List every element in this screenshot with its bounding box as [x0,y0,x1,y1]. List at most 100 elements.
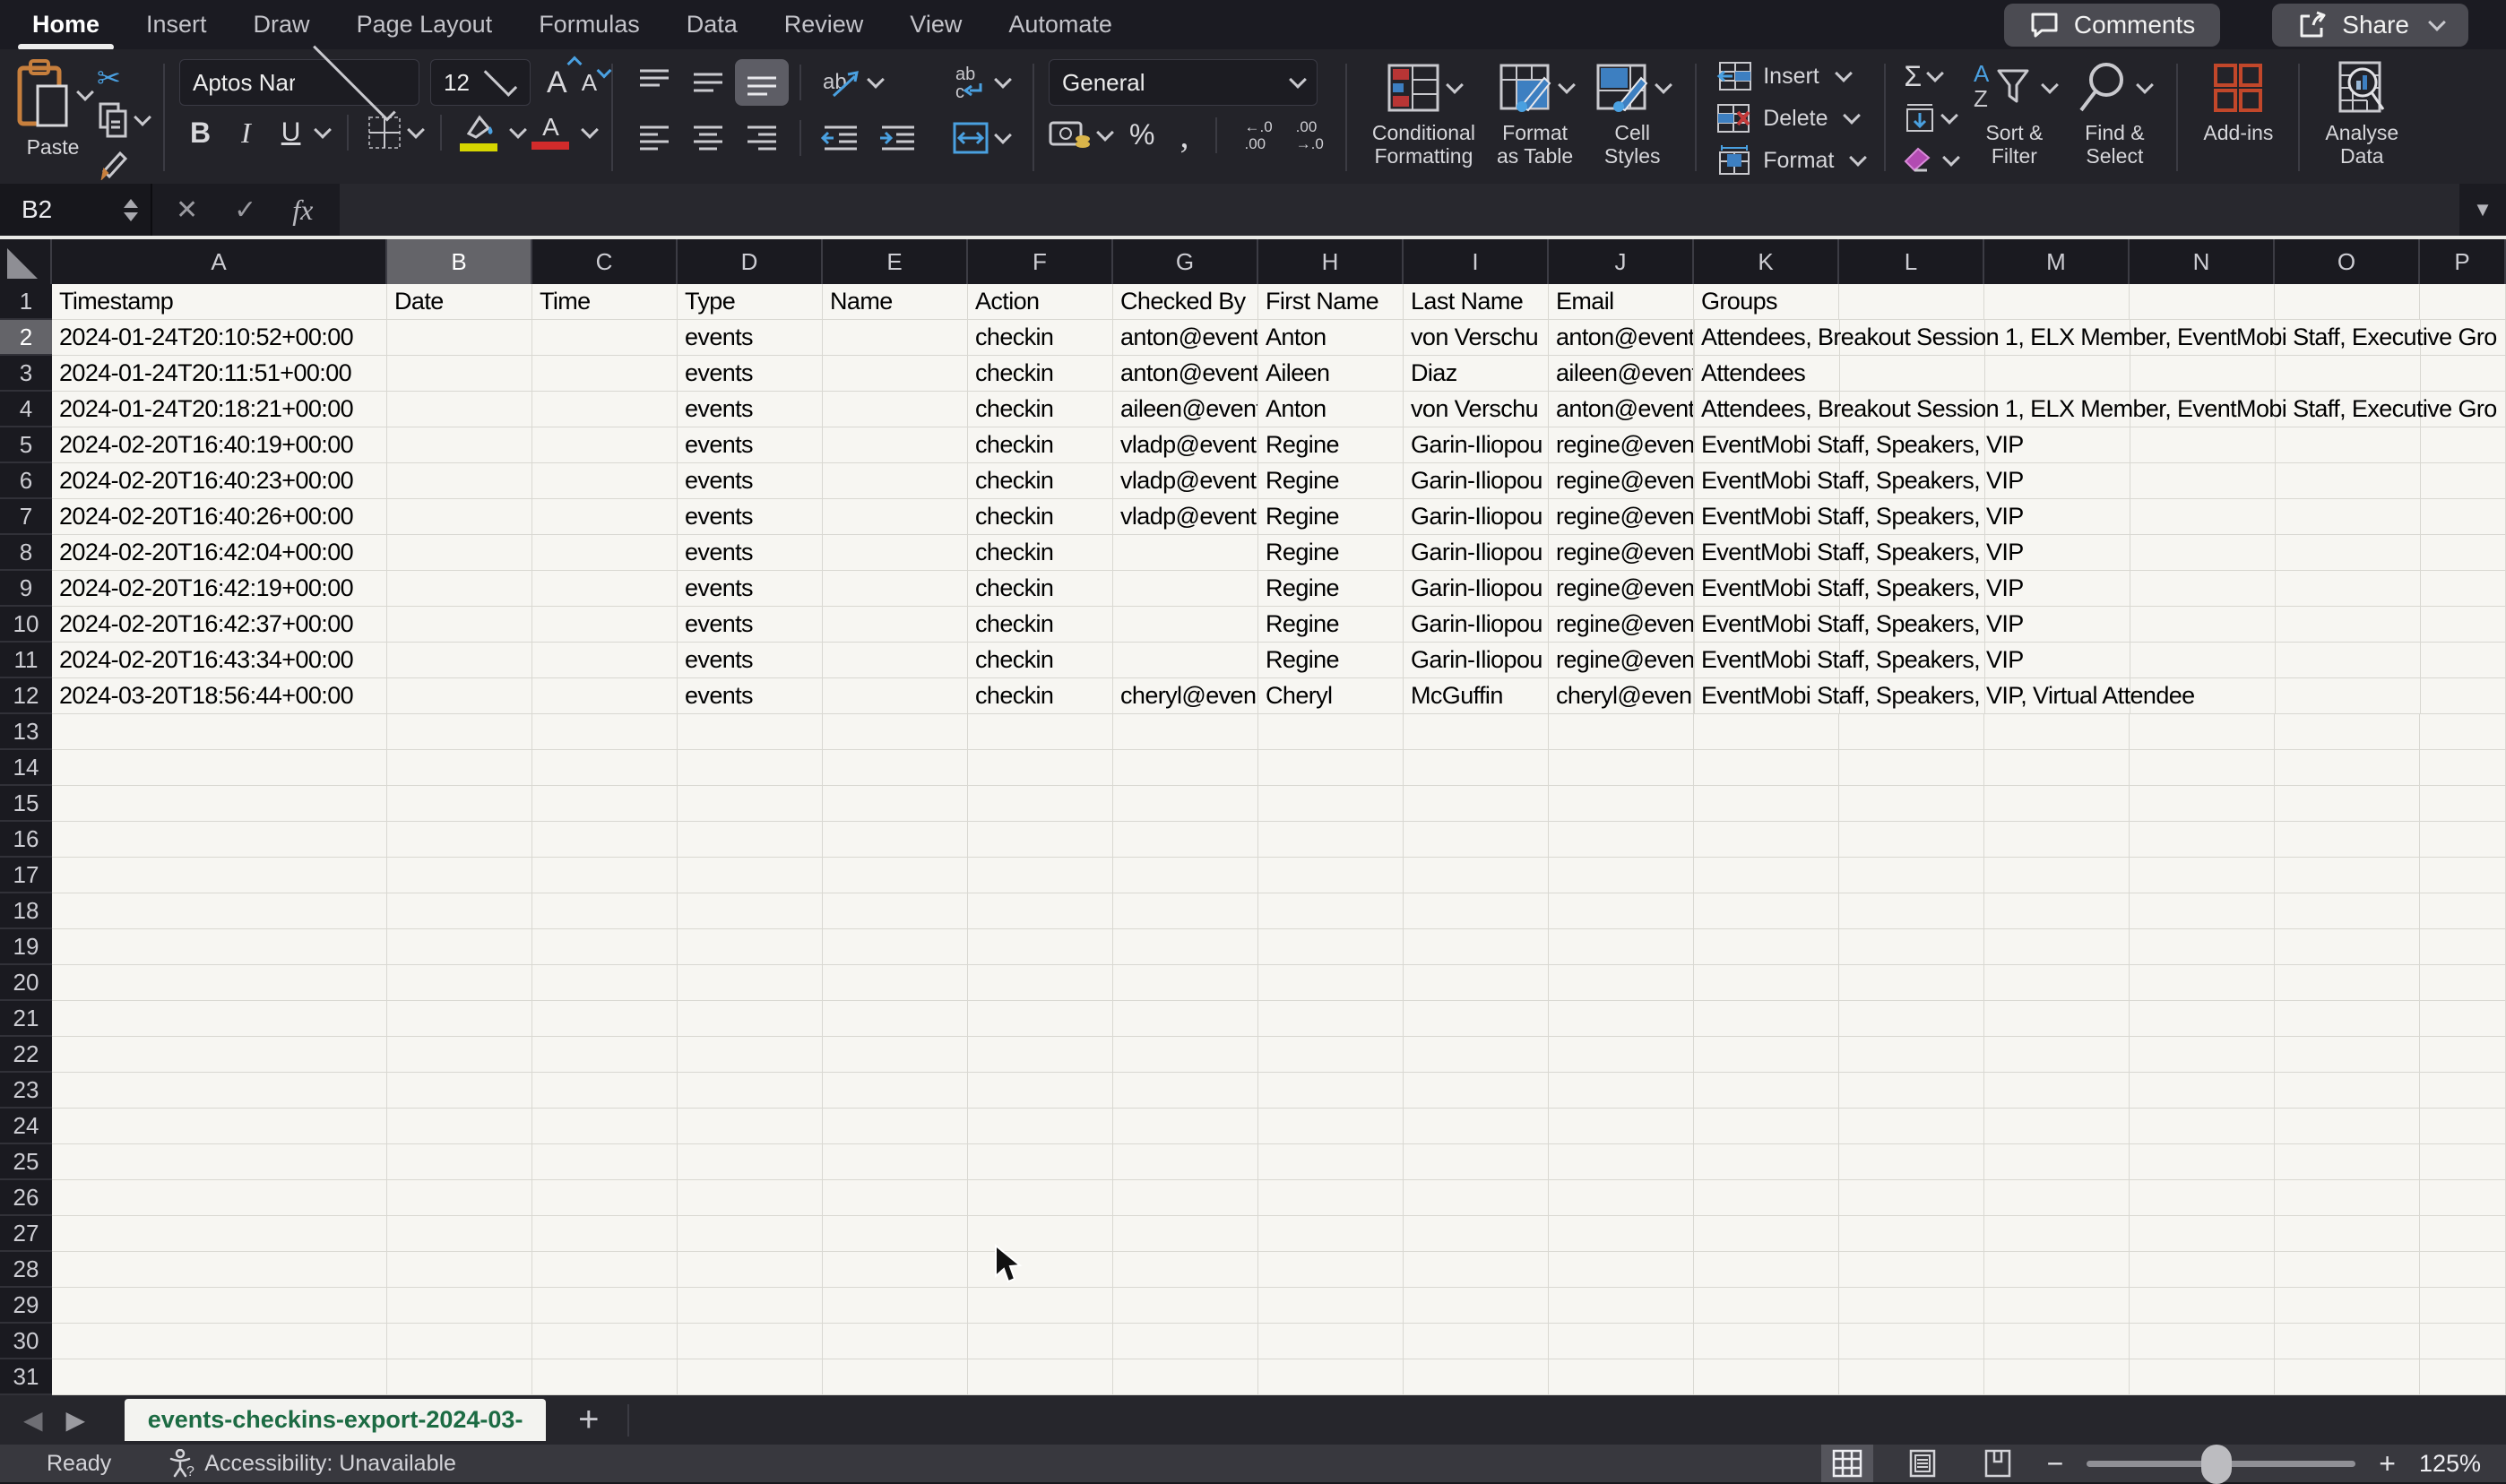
cell-G9[interactable] [1113,571,1258,607]
cell-B16[interactable] [387,822,532,858]
cell-P30[interactable] [2420,1324,2506,1359]
cell-I22[interactable] [1404,1037,1549,1073]
paste-button[interactable]: Paste [14,56,94,160]
cell-L15[interactable] [1839,786,1984,822]
cell-C31[interactable] [532,1359,678,1395]
cell-L30[interactable] [1839,1324,1984,1359]
cell-B19[interactable] [387,929,532,965]
cell-O13[interactable] [2275,714,2420,750]
cell-B14[interactable] [387,750,532,786]
cell-D17[interactable] [678,858,823,893]
cell-I24[interactable] [1404,1109,1549,1144]
cell-G1[interactable]: Checked By [1113,284,1258,320]
cell-J20[interactable] [1549,965,1694,1001]
zoom-slider[interactable] [2087,1444,2356,1484]
cell-F11[interactable]: checkin [968,643,1113,678]
cell-E14[interactable] [823,750,968,786]
cell-O27[interactable] [2275,1216,2420,1252]
cell-H15[interactable] [1258,786,1404,822]
cell-D29[interactable] [678,1288,823,1324]
align-middle-button[interactable] [681,59,735,106]
cell-N1[interactable] [2130,284,2275,320]
cell-A29[interactable] [52,1288,387,1324]
cell-O14[interactable] [2275,750,2420,786]
cell-B29[interactable] [387,1288,532,1324]
cell-F15[interactable] [968,786,1113,822]
cell-A21[interactable] [52,1001,387,1037]
cell-A3[interactable]: 2024-01-24T20:11:51+00:00 [52,356,387,392]
cell-C8[interactable] [532,535,678,571]
cell-D18[interactable] [678,893,823,929]
cell-N21[interactable] [2130,1001,2275,1037]
row-header-9[interactable]: 9 [0,571,52,607]
cell-G25[interactable] [1113,1144,1258,1180]
cell-G28[interactable] [1113,1252,1258,1288]
cell-F3[interactable]: checkin [968,356,1113,392]
cell-P19[interactable] [2420,929,2506,965]
column-header-I[interactable]: I [1404,239,1549,284]
cell-A19[interactable] [52,929,387,965]
cell-P14[interactable] [2420,750,2506,786]
cell-F1[interactable]: Action [968,284,1113,320]
row-header-4[interactable]: 4 [0,392,52,427]
cell-N29[interactable] [2130,1288,2275,1324]
cell-F13[interactable] [968,714,1113,750]
cell-K1[interactable]: Groups [1694,284,1839,320]
cell-L21[interactable] [1839,1001,1984,1037]
cell-E3[interactable] [823,356,968,392]
menu-item-data[interactable]: Data [687,11,738,39]
cell-C16[interactable] [532,822,678,858]
cell-E13[interactable] [823,714,968,750]
italic-button[interactable]: I [229,116,264,150]
cell-J30[interactable] [1549,1324,1694,1359]
cell-H28[interactable] [1258,1252,1404,1288]
cell-B3[interactable] [387,356,532,392]
cell-G12[interactable]: cheryl@even [1113,678,1258,714]
cell-E9[interactable] [823,571,968,607]
align-bottom-button[interactable] [735,59,790,106]
cell-C3[interactable] [532,356,678,392]
cell-N25[interactable] [2130,1144,2275,1180]
cell-M27[interactable] [1984,1216,2130,1252]
cell-C2[interactable] [532,320,678,356]
cell-P31[interactable] [2420,1359,2506,1395]
cell-M15[interactable] [1984,786,2130,822]
cell-L13[interactable] [1839,714,1984,750]
cell-P20[interactable] [2420,965,2506,1001]
cell-G13[interactable] [1113,714,1258,750]
cell-G14[interactable] [1113,750,1258,786]
cell-L14[interactable] [1839,750,1984,786]
menu-item-page-layout[interactable]: Page Layout [357,11,493,39]
cell-G20[interactable] [1113,965,1258,1001]
cell-K16[interactable] [1694,822,1839,858]
cell-M30[interactable] [1984,1324,2130,1359]
cell-K22[interactable] [1694,1037,1839,1073]
cell-P29[interactable] [2420,1288,2506,1324]
cell-K24[interactable] [1694,1109,1839,1144]
row-header-23[interactable]: 23 [0,1073,52,1109]
cell-D9[interactable]: events [678,571,823,607]
cell-J24[interactable] [1549,1109,1694,1144]
cell-E7[interactable] [823,499,968,535]
cell-K30[interactable] [1694,1324,1839,1359]
cell-J27[interactable] [1549,1216,1694,1252]
comma-style-button[interactable]: , [1172,114,1196,156]
cell-G10[interactable] [1113,607,1258,643]
cell-C27[interactable] [532,1216,678,1252]
orientation-button[interactable]: ab [812,58,891,107]
cell-E23[interactable] [823,1073,968,1109]
cell-K17[interactable] [1694,858,1839,893]
cell-D6[interactable]: events [678,463,823,499]
cell-A4[interactable]: 2024-01-24T20:18:21+00:00 [52,392,387,427]
font-size-select[interactable]: 12 [430,59,531,106]
find-select-button[interactable]: Find & Select [2078,56,2155,168]
row-header-11[interactable]: 11 [0,643,52,678]
cell-C12[interactable] [532,678,678,714]
cell-H23[interactable] [1258,1073,1404,1109]
cell-I5[interactable]: Garin-Iliopou [1404,427,1549,463]
cell-O19[interactable] [2275,929,2420,965]
cell-K19[interactable] [1694,929,1839,965]
cell-H9[interactable]: Regine [1258,571,1404,607]
cell-F18[interactable] [968,893,1113,929]
cell-D23[interactable] [678,1073,823,1109]
